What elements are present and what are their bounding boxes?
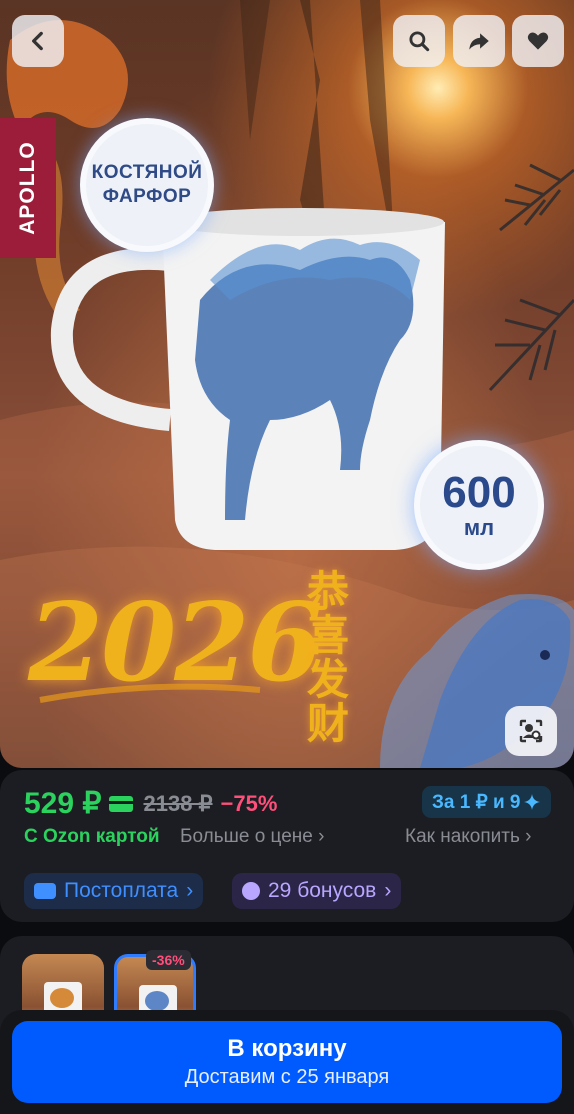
brand-label: APOLLO <box>16 141 39 235</box>
volume-unit: мл <box>463 515 495 540</box>
back-icon <box>32 31 43 51</box>
search-button[interactable] <box>393 15 445 67</box>
volume-number: 600 <box>442 468 516 517</box>
brand-badge: APOLLO <box>0 118 56 258</box>
chevron-right-icon: › <box>525 826 532 847</box>
cart-button-label: В корзину <box>227 1035 347 1062</box>
image-search-button[interactable] <box>505 706 557 756</box>
hanzi-char: 恭 <box>306 568 349 615</box>
card-icon <box>109 795 134 812</box>
hanzi-char: 财 <box>306 700 349 747</box>
price-row[interactable]: 529 ₽ 2138 ₽ −75% <box>24 786 277 821</box>
more-price-link[interactable]: Больше о цене › <box>180 826 324 848</box>
share-button[interactable] <box>453 15 505 67</box>
old-price: 2138 ₽ <box>143 790 213 816</box>
chinese-greeting: 恭 喜 发 财 <box>300 570 356 746</box>
how-collect-label: Как накопить <box>405 826 520 847</box>
chevron-right-icon: › <box>384 879 392 902</box>
search-icon <box>409 31 430 52</box>
bonus-button[interactable]: 29 бонусов › <box>232 873 402 909</box>
product-screen: APOLLO КОСТЯНОЙ ФАРФОР 600 мл 2026 恭 喜 发… <box>0 0 574 1114</box>
horse-thumb-image <box>50 988 74 1008</box>
bonus-icon <box>242 882 260 900</box>
how-collect-link[interactable]: Как накопить › <box>405 826 532 848</box>
favorite-button[interactable] <box>512 15 564 67</box>
image-search-icon <box>519 719 543 743</box>
more-price-label: Больше о цене <box>180 826 313 847</box>
year-label: 2026 <box>28 580 323 706</box>
hanzi-char: 喜 <box>306 612 349 659</box>
hanzi-char: 发 <box>306 656 349 703</box>
current-price: 529 ₽ <box>24 787 102 820</box>
sparkle-icon <box>523 794 540 810</box>
bonus-label: 29 бонусов <box>268 879 377 902</box>
postpay-label: Постоплата <box>64 879 179 902</box>
horse-thumb-image <box>145 991 169 1011</box>
chevron-right-icon: › <box>186 879 194 902</box>
ozon-card-label: С Ozon картой <box>24 826 160 847</box>
volume-badge: 600 мл <box>414 440 544 570</box>
points-label: За 1 ₽ и 9 <box>432 791 521 813</box>
share-icon <box>469 33 489 50</box>
product-image[interactable]: APOLLO КОСТЯНОЙ ФАРФОР 600 мл 2026 恭 喜 发… <box>0 0 574 768</box>
delivery-date: Доставим с 25 января <box>184 1066 390 1088</box>
material-line-1: КОСТЯНОЙ <box>91 162 203 183</box>
chevron-right-icon: › <box>318 826 325 847</box>
postpay-button[interactable]: Постоплата › <box>24 873 204 909</box>
points-badge[interactable]: За 1 ₽ и 9 <box>422 786 551 818</box>
wallet-icon <box>34 883 56 899</box>
heart-icon <box>527 32 549 50</box>
variant-discount-badge: -36% <box>146 950 191 970</box>
discount-percent: −75% <box>220 790 278 816</box>
add-to-cart-button[interactable]: В корзину Доставим с 25 января <box>12 1021 562 1103</box>
back-button[interactable] <box>12 15 64 67</box>
material-line-2: ФАРФОР <box>102 186 192 207</box>
material-badge: КОСТЯНОЙ ФАРФОР <box>80 118 214 252</box>
